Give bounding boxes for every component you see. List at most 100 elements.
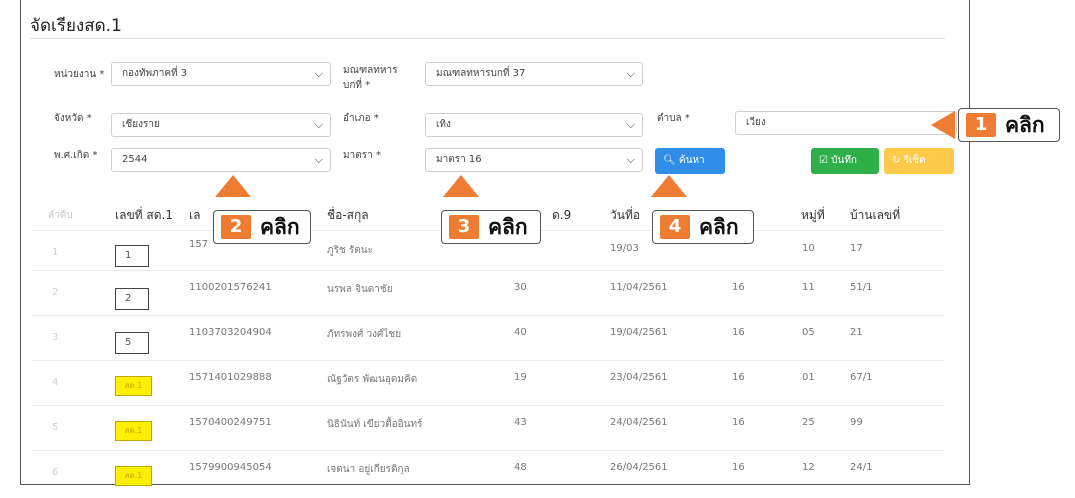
row-name: เจตนา อยู่เกียรติกุล	[327, 464, 410, 475]
table-row: 6 สด.1 1579900945054 เจตนา อยู่เกียรติกุ…	[32, 450, 944, 498]
row-moo: 10	[802, 243, 815, 254]
callout-3-number: 3	[449, 215, 479, 239]
military-circle-label: มณฑลทหาร บกที่ *	[343, 64, 397, 92]
sd1-number-input[interactable]: 5	[115, 332, 149, 354]
callout-1-text: คลิก	[1005, 113, 1045, 137]
header-sd9: ด.9	[552, 208, 572, 222]
chevron-down-icon: ⌵	[626, 153, 635, 166]
row-order: 2	[52, 287, 59, 298]
row-name: ณัฐวัตร พัฒนอุดมคิด	[327, 374, 418, 385]
row-moo: 11	[802, 282, 815, 293]
unit-select-value: กองทัพภาคที่ 3	[122, 68, 188, 79]
callout-3-text: คลิก	[488, 215, 528, 239]
sd1-number-input[interactable]: 2	[115, 288, 149, 310]
chevron-down-icon: ⌵	[314, 67, 323, 80]
header-house-no: บ้านเลขที่	[850, 208, 901, 222]
callout-2-number: 2	[221, 215, 251, 239]
row-sd9: 30	[514, 282, 527, 293]
row-id: 1103703204904	[189, 327, 272, 338]
row-name: ภัทรพงศ์ วงศ์ไชย	[327, 329, 402, 340]
check-square-icon: ☑	[819, 155, 828, 166]
subdistrict-select[interactable]: เวียง	[735, 111, 957, 135]
row-house: 24/1	[850, 462, 873, 473]
row-house: 99	[850, 417, 863, 428]
row-id: 1100201576241	[189, 282, 272, 293]
header-date: วันที่อ	[610, 208, 641, 222]
row-sd9: 43	[514, 417, 527, 428]
callout-2-text: คลิก	[260, 215, 300, 239]
callout-1: 1 คลิก	[958, 108, 1060, 142]
birth-year-label: พ.ศ.เกิด *	[54, 150, 98, 161]
row-section: 16	[732, 282, 745, 293]
province-select-value: เชียงราย	[122, 119, 160, 130]
sd1-badge[interactable]: สด.1	[115, 466, 152, 486]
row-moo: 25	[802, 417, 815, 428]
title-divider	[30, 38, 945, 39]
row-date: 26/04/2561	[610, 462, 668, 473]
section-label: มาตรา *	[343, 150, 381, 161]
row-house: 21	[850, 327, 863, 338]
table-row: 2 2 1100201576241 นรพล จินดาชัย 30 11/04…	[32, 270, 944, 318]
header-sd1-no: เลขที่ สด.1	[115, 208, 173, 222]
row-date: 11/04/2561	[610, 282, 668, 293]
row-id: 1570400249751	[189, 417, 272, 428]
row-order: 6	[52, 467, 59, 478]
subdistrict-select-value: เวียง	[746, 117, 766, 128]
row-moo: 01	[802, 372, 815, 383]
callout-4-text: คลิก	[699, 215, 739, 239]
sd1-badge[interactable]: สด.1	[115, 421, 152, 441]
save-button[interactable]: ☑ บันทึก	[811, 148, 879, 174]
district-select[interactable]: เทิง ⌵	[425, 113, 643, 137]
birth-year-select[interactable]: 2544 ⌵	[111, 148, 331, 172]
header-moo: หมู่ที่	[801, 208, 825, 222]
military-circle-select-value: มณฑลทหารบกที่ 37	[436, 68, 526, 79]
sd1-number-input[interactable]: 1	[115, 245, 149, 267]
military-circle-label-line1: มณฑลทหาร	[343, 65, 398, 76]
row-date: 23/04/2561	[610, 372, 668, 383]
birth-year-select-value: 2544	[122, 154, 148, 165]
district-label: อำเภอ *	[343, 113, 379, 124]
callout-2-arrow	[215, 175, 251, 197]
province-select[interactable]: เชียงราย ⌵	[111, 113, 331, 137]
military-circle-label-line2: บกที่ *	[343, 80, 371, 91]
chevron-down-icon: ⌵	[626, 118, 635, 131]
row-sd9: 40	[514, 327, 527, 338]
row-order: 3	[52, 332, 59, 343]
reset-button-label: รีเซ็ต	[903, 155, 926, 166]
chevron-down-icon: ⌵	[626, 67, 635, 80]
page-title: จัดเรียงสด.1	[30, 16, 122, 36]
callout-3: 3 คลิก	[441, 210, 541, 244]
row-date: 24/04/2561	[610, 417, 668, 428]
unit-select[interactable]: กองทัพภาคที่ 3 ⌵	[111, 62, 331, 86]
row-name: นิธินันท์ เขียวตื้ออินทร์	[327, 419, 423, 430]
save-button-label: บันทึก	[831, 155, 857, 166]
row-order: 5	[52, 422, 59, 433]
search-button-label: ค้นหา	[678, 155, 705, 166]
section-select-value: มาตรา 16	[436, 154, 482, 165]
row-section: 16	[732, 372, 745, 383]
military-circle-select[interactable]: มณฑลทหารบกที่ 37 ⌵	[425, 62, 643, 86]
header-order: ลำดับ	[48, 210, 73, 221]
row-moo: 12	[802, 462, 815, 473]
row-section: 16	[732, 327, 745, 338]
row-house: 51/1	[850, 282, 873, 293]
district-select-value: เทิง	[436, 119, 451, 130]
row-section: 16	[732, 462, 745, 473]
callout-4: 4 คลิก	[652, 210, 754, 244]
search-icon: 🔍︎	[663, 155, 676, 166]
chevron-down-icon: ⌵	[314, 153, 323, 166]
table-row: 4 สด.1 1571401029888 ณัฐวัตร พัฒนอุดมคิด…	[32, 360, 944, 408]
unit-label: หน่วยงาน *	[54, 69, 105, 80]
row-order: 4	[52, 377, 59, 388]
row-house: 67/1	[850, 372, 873, 383]
reset-button[interactable]: ↻ รีเซ็ต	[884, 148, 954, 174]
row-order: 1	[52, 247, 59, 258]
sd1-badge[interactable]: สด.1	[115, 376, 152, 396]
callout-1-number: 1	[966, 113, 996, 137]
row-sd9: 19	[514, 372, 527, 383]
row-id: 1571401029888	[189, 372, 272, 383]
row-id: 1579900945054	[189, 462, 272, 473]
header-id: เล	[189, 208, 201, 222]
section-select[interactable]: มาตรา 16 ⌵	[425, 148, 643, 172]
search-button[interactable]: 🔍︎ ค้นหา	[655, 148, 725, 174]
